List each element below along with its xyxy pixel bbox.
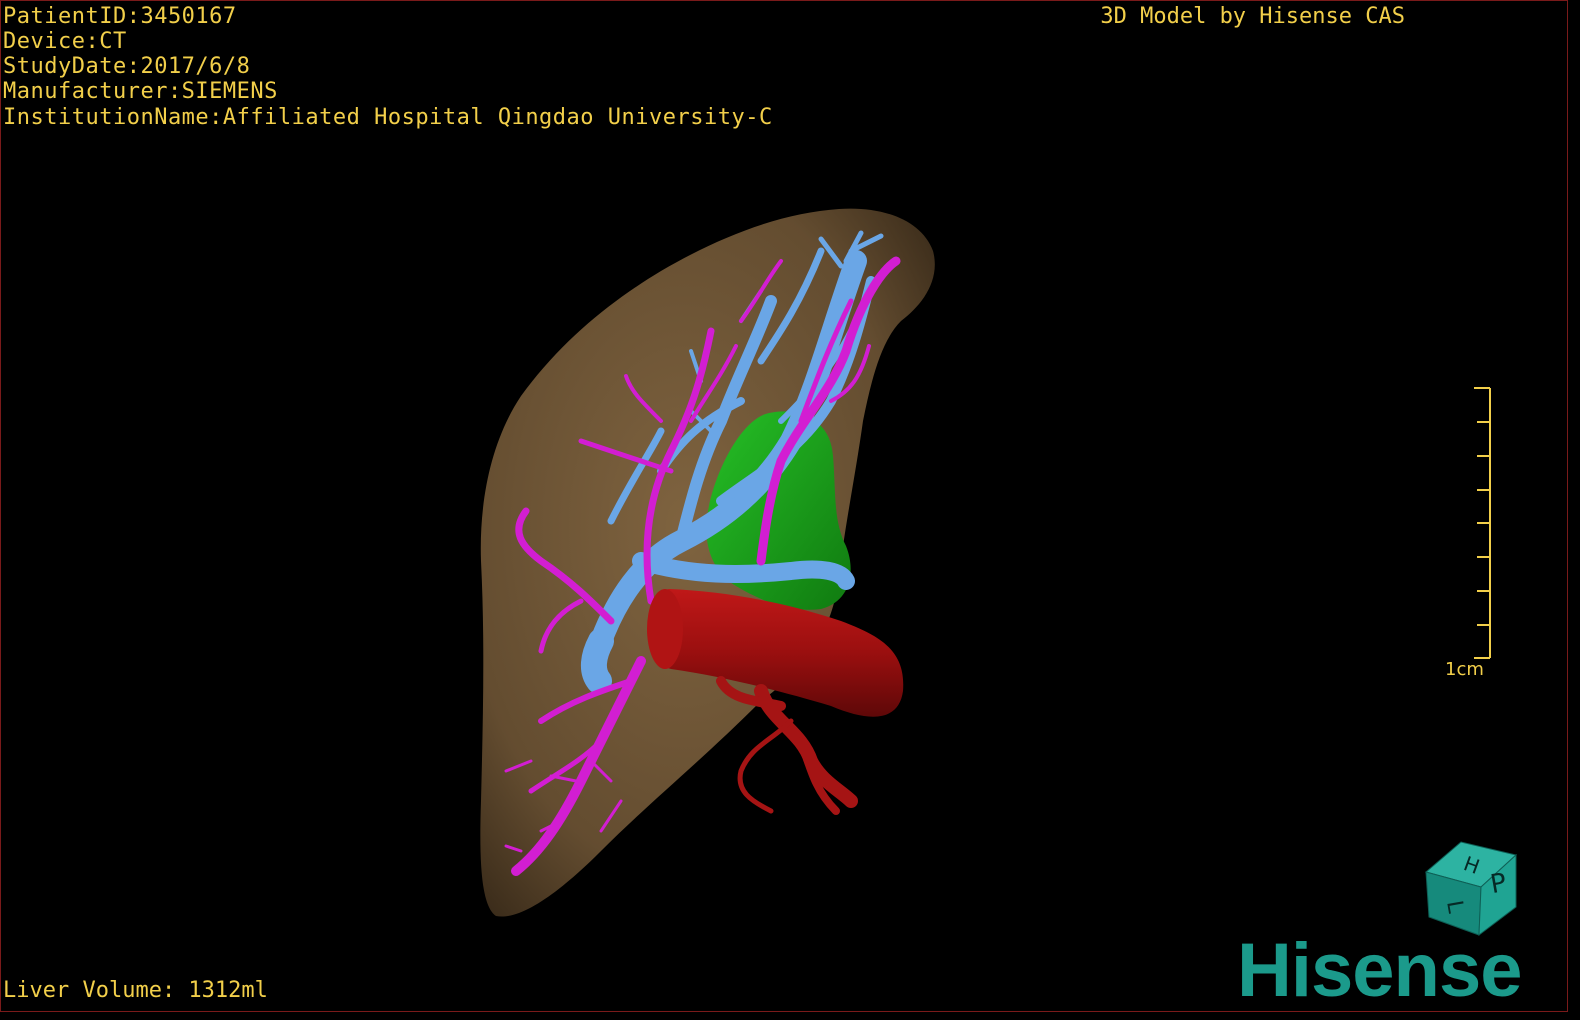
hisense-logo: Hisense [1237, 928, 1522, 1012]
study-date-label: StudyDate:2017/6/8 [3, 54, 251, 79]
orientation-cube[interactable]: H P L [1421, 837, 1521, 937]
model-credit: 3D Model by Hisense CAS [1100, 4, 1405, 29]
institution-label: InstitutionName:Affiliated Hospital Qing… [3, 105, 773, 130]
scale-bar-label: 1cm [1445, 659, 1484, 680]
manufacturer-label: Manufacturer:SIEMENS [3, 79, 278, 104]
3d-viewport[interactable]: PatientID:3450167 Device:CT StudyDate:20… [0, 0, 1568, 1012]
patient-id-label: PatientID:3450167 [3, 4, 237, 29]
liver-volume-label: Liver Volume: 1312ml [3, 978, 268, 1003]
device-label: Device:CT [3, 29, 127, 54]
liver-3d-model[interactable] [1, 1, 1568, 1012]
scale-ruler [1474, 387, 1491, 659]
